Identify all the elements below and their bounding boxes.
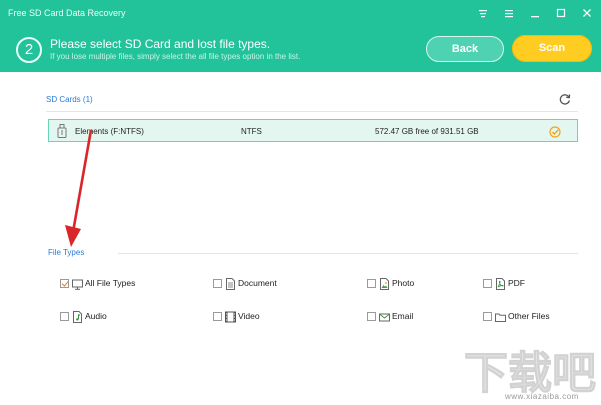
audio-checkbox[interactable] [60, 311, 69, 321]
file-type-other[interactable]: Other Files [483, 309, 550, 323]
video-checkbox[interactable] [213, 311, 222, 321]
other-files-checkbox[interactable] [483, 311, 492, 321]
step-indicator: 2 [16, 37, 42, 63]
file-types-divider [118, 253, 578, 254]
step-subtitle: If you lose multiple files, simply selec… [50, 52, 301, 61]
file-type-video[interactable]: Video [213, 309, 260, 323]
window-controls [477, 7, 593, 19]
file-type-label: PDF [508, 278, 525, 288]
audio-icon [72, 310, 83, 323]
file-type-photo[interactable]: Photo [367, 276, 414, 290]
file-type-all[interactable]: All File Types [60, 276, 135, 290]
email-checkbox[interactable] [367, 311, 376, 321]
header-bar: Free SD Card Data Recovery 2 Please sele… [0, 0, 601, 72]
pdf-checkbox[interactable] [483, 278, 492, 288]
file-types-label: File Types [48, 248, 85, 257]
app-title: Free SD Card Data Recovery [8, 8, 126, 18]
selected-check-icon [549, 125, 561, 138]
sd-cards-label: SD Cards (1) [46, 95, 93, 104]
file-type-label: Video [238, 311, 260, 321]
monitor-icon [72, 277, 83, 290]
scan-button[interactable]: Scan [512, 35, 592, 62]
back-button[interactable]: Back [426, 36, 504, 62]
pdf-icon [495, 277, 506, 290]
minimize-icon[interactable] [529, 7, 541, 19]
file-type-document[interactable]: Document [213, 276, 277, 290]
folder-icon [495, 310, 506, 322]
close-icon[interactable] [581, 7, 593, 19]
all-file-types-checkbox[interactable] [60, 278, 69, 288]
watermark-url: www.xiazaiba.com [505, 392, 579, 401]
file-type-label: Document [238, 278, 277, 288]
document-icon [225, 277, 236, 290]
menu-icon[interactable] [477, 7, 489, 19]
refresh-icon[interactable] [558, 92, 572, 106]
list-icon[interactable] [503, 7, 515, 19]
file-type-email[interactable]: Email [367, 309, 413, 323]
sd-card-row[interactable]: Elements (F:NTFS) NTFS 572.47 GB free of… [48, 119, 578, 142]
file-type-label: Audio [85, 311, 107, 321]
annotation-arrow [65, 129, 93, 247]
sd-card-space: 572.47 GB free of 931.51 GB [375, 127, 479, 136]
document-checkbox[interactable] [213, 278, 222, 288]
maximize-icon[interactable] [555, 7, 567, 19]
sd-divider [46, 111, 578, 112]
file-type-label: Other Files [508, 311, 550, 321]
file-type-audio[interactable]: Audio [60, 309, 107, 323]
file-type-label: Email [392, 311, 414, 321]
step-title: Please select SD Card and lost file type… [50, 37, 271, 51]
photo-checkbox[interactable] [367, 278, 376, 288]
file-type-pdf[interactable]: PDF [483, 276, 525, 290]
video-icon [225, 310, 236, 323]
app-window: Free SD Card Data Recovery 2 Please sele… [0, 0, 602, 406]
file-type-label: All File Types [85, 278, 136, 288]
sd-card-filesystem: NTFS [241, 127, 262, 136]
photo-icon [379, 277, 390, 290]
file-type-label: Photo [392, 278, 415, 288]
email-icon [379, 310, 390, 322]
